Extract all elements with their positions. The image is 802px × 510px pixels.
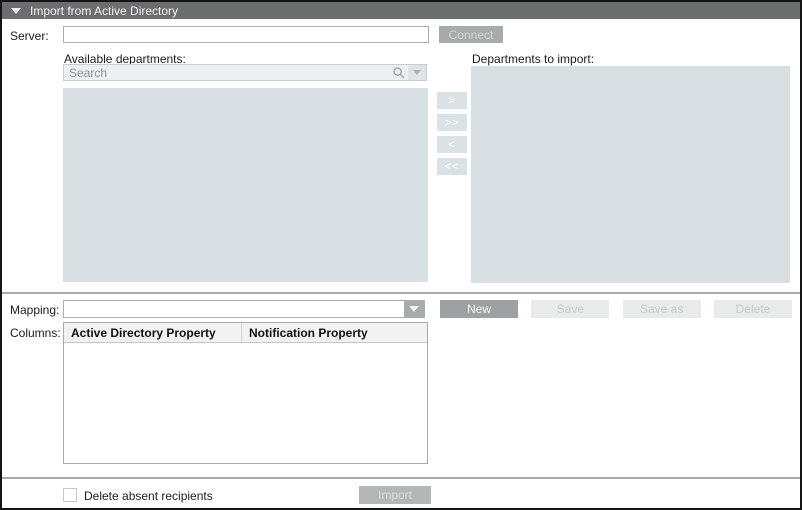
save-button[interactable]: Save bbox=[531, 300, 609, 318]
move-all-right-button[interactable]: >> bbox=[437, 114, 467, 131]
table-body[interactable] bbox=[64, 343, 427, 463]
divider bbox=[2, 292, 800, 294]
divider bbox=[2, 477, 800, 479]
mapping-dropdown[interactable] bbox=[63, 300, 425, 318]
chevron-down-icon bbox=[413, 70, 421, 75]
table-header-ad-property[interactable]: Active Directory Property bbox=[64, 323, 242, 342]
delete-absent-recipients-checkbox[interactable] bbox=[63, 488, 77, 502]
transfer-buttons: > >> < << bbox=[437, 92, 467, 175]
available-departments-list[interactable] bbox=[63, 88, 428, 282]
search-input[interactable] bbox=[64, 65, 392, 80]
section-header[interactable]: Import from Active Directory bbox=[2, 2, 800, 19]
import-button[interactable]: Import bbox=[359, 486, 431, 504]
section-title: Import from Active Directory bbox=[30, 4, 178, 18]
import-from-ad-window: Import from Active Directory Server: Con… bbox=[0, 0, 802, 510]
search-icon bbox=[392, 66, 406, 80]
department-search-box bbox=[63, 64, 427, 81]
delete-absent-recipients-label: Delete absent recipients bbox=[84, 489, 213, 503]
chevron-down-icon bbox=[409, 306, 419, 312]
table-header-notification-property[interactable]: Notification Property bbox=[242, 323, 427, 342]
mapping-dropdown-arrow-button[interactable] bbox=[404, 301, 424, 317]
connect-button[interactable]: Connect bbox=[439, 26, 503, 43]
departments-to-import-list[interactable] bbox=[471, 66, 790, 283]
move-all-left-button[interactable]: << bbox=[437, 158, 467, 175]
columns-mapping-table[interactable]: Active Directory Property Notification P… bbox=[63, 322, 428, 464]
server-input[interactable] bbox=[63, 26, 429, 43]
save-as-button[interactable]: Save as bbox=[623, 300, 701, 318]
mapping-action-buttons: New Save Save as Delete bbox=[440, 300, 792, 318]
move-right-button[interactable]: > bbox=[437, 92, 467, 109]
departments-to-import-label: Departments to import: bbox=[472, 52, 594, 66]
mapping-label: Mapping: bbox=[10, 303, 59, 317]
table-header-row: Active Directory Property Notification P… bbox=[64, 323, 427, 343]
move-left-button[interactable]: < bbox=[437, 136, 467, 153]
columns-label: Columns: bbox=[10, 326, 61, 340]
new-button[interactable]: New bbox=[440, 300, 518, 318]
collapse-triangle-icon[interactable] bbox=[11, 8, 21, 14]
delete-button[interactable]: Delete bbox=[714, 300, 792, 318]
server-label: Server: bbox=[10, 29, 49, 43]
search-options-button[interactable] bbox=[408, 65, 426, 80]
